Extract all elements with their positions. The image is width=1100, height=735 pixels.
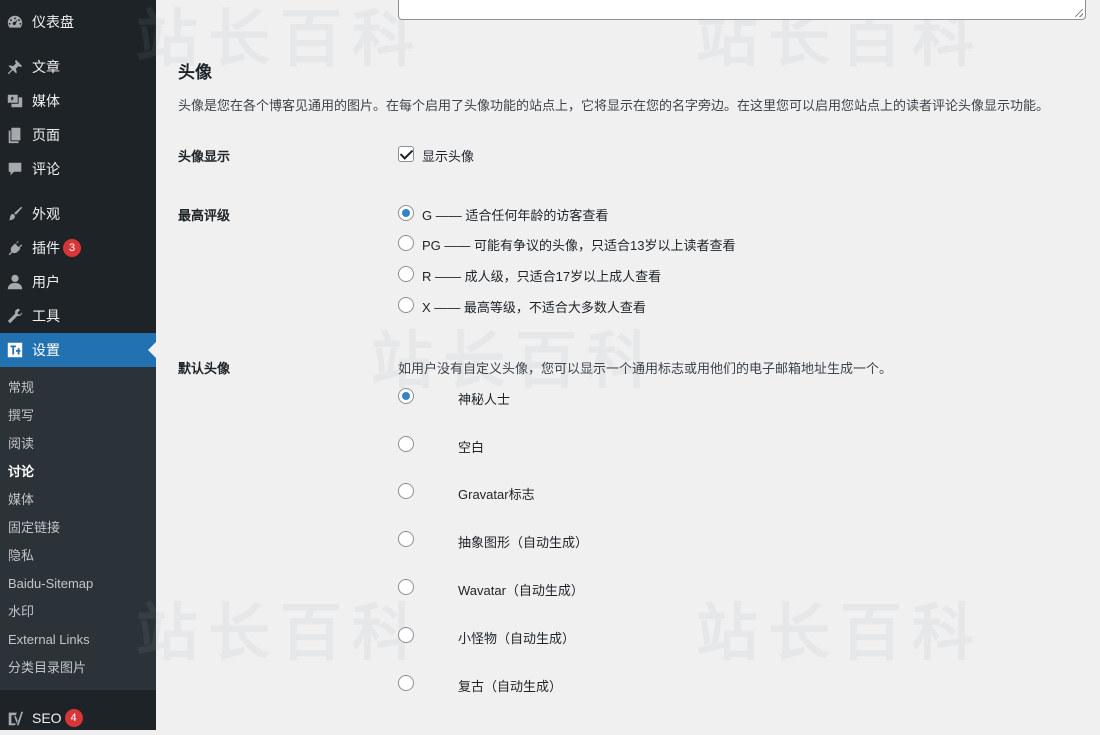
dashboard-icon: [5, 12, 25, 32]
plugin-icon: [5, 238, 25, 258]
rating-r-radio[interactable]: [398, 266, 414, 282]
pages-icon: [5, 125, 25, 145]
comment-icon: [5, 159, 25, 179]
rating-g-label[interactable]: G —— 适合任何年龄的访客查看: [422, 205, 608, 224]
default-avatar-option-label[interactable]: 小怪物（自动生成）: [458, 628, 575, 647]
submenu-item[interactable]: 常规: [8, 374, 34, 402]
submenu-item[interactable]: 隐私: [8, 542, 34, 570]
paintbrush-icon: [5, 204, 25, 224]
default-avatar-blank-radio[interactable]: [398, 436, 414, 452]
menu-dashboard-label: 仪表盘: [32, 14, 74, 30]
menu-posts-label: 文章: [32, 59, 60, 75]
menu-settings[interactable]: 设置: [0, 333, 156, 367]
menu-appearance-label: 外观: [32, 206, 60, 222]
menu-users[interactable]: 用户: [0, 265, 156, 299]
menu-plugins[interactable]: 插件 3: [0, 231, 156, 265]
show-avatars-checkbox[interactable]: [398, 146, 414, 162]
plugins-update-badge: 3: [63, 239, 81, 257]
default-avatar-option-label[interactable]: Gravatar标志: [458, 484, 535, 503]
settings-content: 站长百科 站长百科 站长百科 站长百科 站长百科 头像 头像是您在各个博客见通用…: [136, 0, 1100, 730]
default-avatar-mystery-radio[interactable]: [398, 388, 414, 404]
max-rating-label: 最高评级: [178, 208, 231, 223]
submenu-item[interactable]: Baidu-Sitemap: [8, 570, 93, 598]
menu-pages-label: 页面: [32, 127, 60, 143]
rating-r-label[interactable]: R —— 成人级，只适合17岁以上成人查看: [422, 266, 661, 285]
submenu-item[interactable]: 分类目录图片: [8, 654, 86, 682]
menu-comments[interactable]: 评论: [0, 152, 156, 186]
admin-sidebar: 仪表盘 文章 媒体 页面 评论 外观 插件 3 用户 工具 设置 常规 撰写 阅…: [0, 0, 156, 730]
default-avatar-option-label[interactable]: Wavatar（自动生成）: [458, 580, 584, 599]
default-avatar-label: 默认头像: [178, 361, 231, 376]
menu-comments-label: 评论: [32, 161, 60, 177]
default-avatar-identicon-radio[interactable]: [398, 531, 414, 547]
submenu-item[interactable]: 阅读: [8, 430, 34, 458]
submenu-item[interactable]: External Links: [8, 626, 90, 654]
user-icon: [5, 272, 25, 292]
resize-handle-icon[interactable]: [1075, 9, 1083, 17]
seo-notification-badge: 4: [64, 709, 83, 727]
rating-pg-radio[interactable]: [398, 235, 414, 251]
settings-submenu: 常规 撰写 阅读 讨论 媒体 固定链接 隐私 Baidu-Sitemap 水印 External …: [0, 367, 156, 690]
show-avatars-label[interactable]: 显示头像: [422, 146, 474, 165]
menu-media-label: 媒体: [32, 93, 60, 109]
watermark: 站长百科: [371, 327, 660, 396]
wrench-icon: [5, 306, 25, 326]
default-avatar-option-label[interactable]: 空白: [458, 437, 484, 456]
menu-tools-label: 工具: [32, 308, 60, 324]
submenu-item[interactable]: 撰写: [8, 402, 34, 430]
watermark: 站长百科: [136, 599, 425, 668]
default-avatar-retro-radio[interactable]: [398, 675, 414, 691]
submenu-item[interactable]: 水印: [8, 598, 34, 626]
submenu-item[interactable]: 讨论: [8, 458, 34, 486]
rating-x-radio[interactable]: [398, 297, 414, 313]
rating-g-radio[interactable]: [398, 205, 414, 221]
previous-settings-textarea[interactable]: [398, 0, 1086, 20]
menu-tools[interactable]: 工具: [0, 299, 156, 333]
settings-icon: [5, 340, 25, 360]
menu-appearance[interactable]: 外观: [0, 197, 156, 231]
yoast-seo-icon: [5, 708, 25, 728]
menu-dashboard[interactable]: 仪表盘: [0, 5, 156, 39]
default-avatar-option-label[interactable]: 复古（自动生成）: [458, 676, 562, 695]
default-avatar-description: 如用户没有自定义头像，您可以显示一个通用标志或用他们的电子邮箱地址生成一个。: [398, 361, 893, 376]
media-icon: [5, 91, 25, 111]
default-avatar-wavatar-radio[interactable]: [398, 579, 414, 595]
avatar-display-label: 头像显示: [178, 149, 231, 164]
menu-users-label: 用户: [32, 274, 60, 290]
rating-x-label[interactable]: X —— 最高等级，不适合大多数人查看: [422, 297, 646, 316]
menu-media[interactable]: 媒体: [0, 84, 156, 118]
menu-plugins-label: 插件: [32, 240, 60, 256]
default-avatar-gravatar-radio[interactable]: [398, 483, 414, 499]
menu-settings-label: 设置: [32, 342, 60, 358]
avatars-section-description: 头像是您在各个博客见通用的图片。在每个启用了头像功能的站点上，它将显示在您的名字…: [178, 98, 1050, 113]
submenu-item[interactable]: 媒体: [8, 486, 34, 514]
menu-posts[interactable]: 文章: [0, 50, 156, 84]
menu-pages[interactable]: 页面: [0, 118, 156, 152]
default-avatar-option-label[interactable]: 神秘人士: [458, 389, 510, 408]
default-avatar-option-label[interactable]: 抽象图形（自动生成）: [458, 532, 588, 551]
rating-pg-label[interactable]: PG —— 可能有争议的头像，只适合13岁以上读者查看: [422, 235, 735, 254]
avatars-section-title: 头像: [178, 63, 212, 82]
menu-seo-label: SEO: [32, 710, 62, 726]
submenu-item[interactable]: 固定链接: [8, 514, 60, 542]
pushpin-icon: [5, 57, 25, 77]
watermark: 站长百科: [696, 599, 985, 668]
default-avatar-monsterid-radio[interactable]: [398, 627, 414, 643]
